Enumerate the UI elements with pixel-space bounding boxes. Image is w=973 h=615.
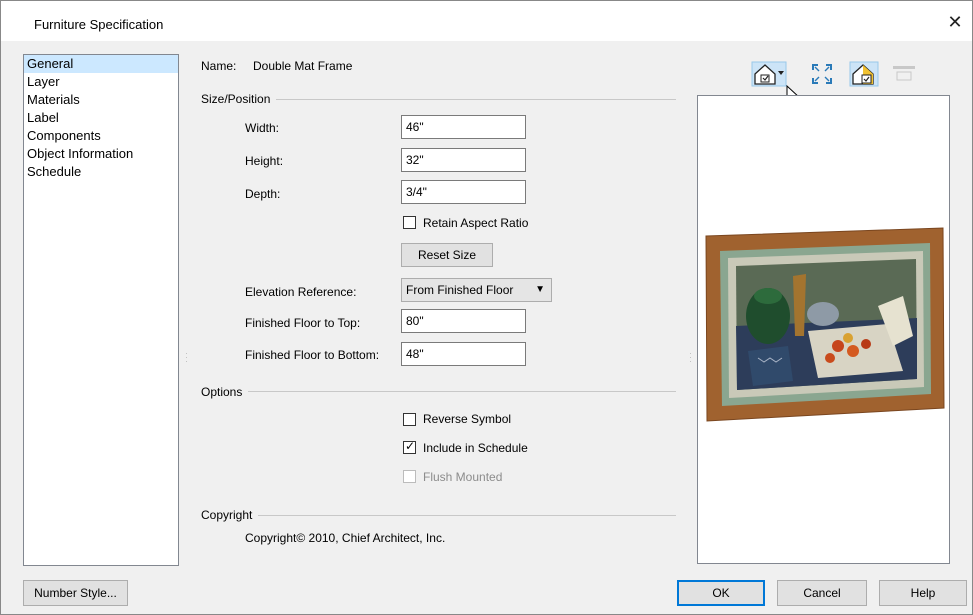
depth-field[interactable]: 3/4": [401, 180, 526, 204]
elevation-reference-select[interactable]: From Finished Floor ▼: [401, 278, 552, 302]
camera-view-dropdown[interactable]: [751, 61, 787, 87]
framed-painting-preview: [705, 227, 945, 422]
close-icon: ✕: [947, 12, 963, 32]
nav-item-components[interactable]: Components: [24, 127, 178, 145]
dropdown-arrow-icon: ▼: [535, 284, 545, 295]
width-label: Width:: [245, 121, 280, 135]
name-label: Name:: [201, 59, 237, 73]
copyright-divider: [201, 515, 676, 516]
flush-mounted-label: Flush Mounted: [423, 470, 503, 484]
retain-aspect-label[interactable]: Retain Aspect Ratio: [423, 216, 528, 230]
ff-bottom-field[interactable]: 48": [401, 342, 526, 366]
width-field[interactable]: 46": [401, 115, 526, 139]
size-position-heading: Size/Position: [201, 92, 277, 106]
nav-item-general[interactable]: General: [24, 55, 178, 73]
ok-button[interactable]: OK: [677, 580, 765, 606]
preview-mode-icon: [849, 61, 879, 87]
category-list[interactable]: General Layer Materials Label Components…: [23, 54, 179, 566]
nav-item-schedule[interactable]: Schedule: [24, 163, 178, 181]
name-value: Double Mat Frame: [253, 59, 353, 73]
nav-item-label[interactable]: Label: [24, 109, 178, 127]
disabled-toolbar-button: [891, 63, 915, 87]
left-splitter-grip[interactable]: · · ·: [185, 349, 188, 366]
flush-mounted-checkbox: [403, 470, 416, 483]
fill-window-button[interactable]: [811, 63, 835, 87]
camera-view-icon: [751, 61, 787, 87]
number-style-button[interactable]: Number Style...: [23, 580, 128, 606]
copyright-text: Copyright© 2010, Chief Architect, Inc.: [245, 531, 446, 545]
include-schedule-checkbox[interactable]: ✓: [403, 439, 416, 454]
checkmark-icon: ✓: [405, 439, 416, 453]
elevation-reference-label: Elevation Reference:: [245, 285, 357, 299]
nav-item-layer[interactable]: Layer: [24, 73, 178, 91]
cancel-button[interactable]: Cancel: [777, 580, 867, 606]
right-splitter-grip[interactable]: · · ·: [689, 349, 692, 366]
title-bar: Furniture Specification ✕: [1, 1, 972, 41]
disabled-toolbar-icon: [893, 66, 915, 81]
reverse-symbol-label[interactable]: Reverse Symbol: [423, 412, 511, 426]
furniture-specification-dialog: Furniture Specification ✕ General Layer …: [0, 0, 973, 615]
3d-preview-pane[interactable]: [697, 95, 950, 564]
height-label: Height:: [245, 154, 284, 168]
retain-aspect-checkbox[interactable]: [403, 216, 416, 229]
ff-bottom-label: Finished Floor to Bottom:: [245, 348, 380, 362]
ff-top-field[interactable]: 80": [401, 309, 526, 333]
ff-top-label: Finished Floor to Top:: [245, 316, 361, 330]
reset-size-button[interactable]: Reset Size: [401, 243, 493, 267]
options-heading: Options: [201, 385, 249, 399]
help-button[interactable]: Help: [879, 580, 967, 606]
nav-item-object-information[interactable]: Object Information: [24, 145, 178, 163]
close-button[interactable]: ✕: [944, 11, 966, 33]
fill-window-icon: [812, 64, 832, 84]
height-field[interactable]: 32": [401, 148, 526, 172]
include-schedule-label[interactable]: Include in Schedule: [423, 441, 528, 455]
depth-label: Depth:: [245, 187, 281, 201]
window-title: Furniture Specification: [34, 17, 164, 32]
copyright-heading: Copyright: [201, 508, 259, 522]
preview-mode-button[interactable]: [849, 61, 879, 87]
elevation-reference-value: From Finished Floor: [406, 283, 514, 297]
nav-item-materials[interactable]: Materials: [24, 91, 178, 109]
options-divider: [201, 391, 676, 392]
reverse-symbol-checkbox[interactable]: [403, 413, 416, 426]
